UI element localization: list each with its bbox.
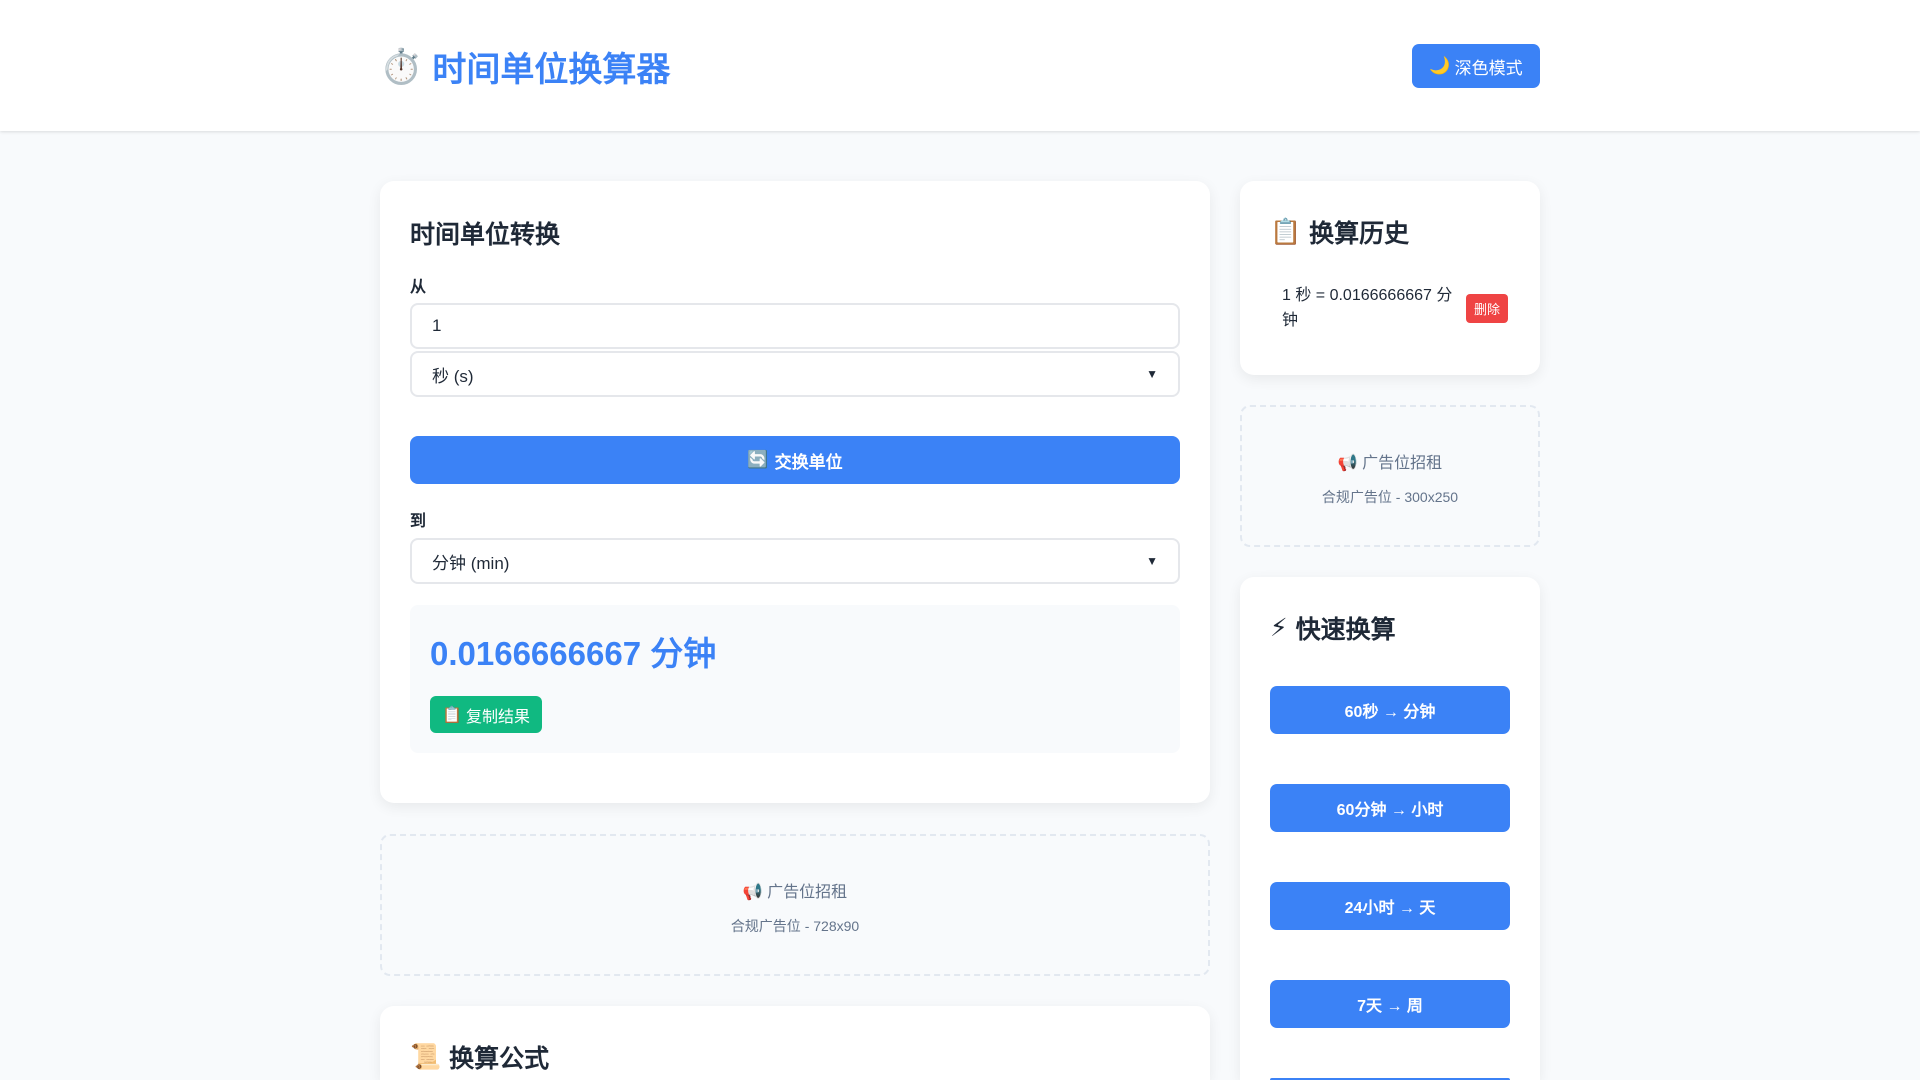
title-text: 时间单位换算器 bbox=[432, 51, 671, 89]
quick-button-day-week[interactable]: 7天 → 周 bbox=[1270, 980, 1510, 1028]
history-heading: 📋 换算历史 bbox=[1270, 214, 1409, 250]
from-label: 从 bbox=[410, 279, 427, 296]
to-unit-value: 分钟 (min) bbox=[432, 553, 510, 573]
history-item-text: 1 秒 = 0.0166666667 分钟 bbox=[1282, 287, 1453, 329]
clipboard-icon: 📋 bbox=[1270, 217, 1302, 246]
ad-banner-300: 📢 广告位招租 合规广告位 - 300x250 bbox=[1240, 405, 1540, 547]
quick-button-sec-min[interactable]: 60秒 → 分钟 bbox=[1270, 686, 1510, 734]
dark-mode-label: 深色模式 bbox=[1454, 58, 1523, 78]
from-unit-select[interactable]: 秒 (s) ▼ bbox=[410, 351, 1180, 397]
swap-label: 交换单位 bbox=[774, 452, 843, 472]
formula-heading: 📜 换算公式 bbox=[410, 1039, 549, 1075]
result-value: 0.0166666667 分钟 bbox=[430, 635, 717, 672]
header: ⏱️ 时间单位换算器 🌙 深色模式 bbox=[0, 0, 1920, 131]
quick-heading: ⚡ 快速换算 bbox=[1270, 610, 1396, 646]
converter-card: 时间单位转换 从 1 秒 (s) ▼ 🔄 交换单位 到 分钟 (min) ▼ 0.01… bbox=[380, 181, 1210, 803]
clipboard-icon: 📋 bbox=[442, 706, 462, 724]
swap-icon: 🔄 bbox=[747, 450, 769, 469]
from-value: 1 bbox=[432, 316, 442, 335]
formula-heading-text: 换算公式 bbox=[449, 1045, 550, 1073]
dark-mode-button[interactable]: 🌙 深色模式 bbox=[1412, 44, 1540, 88]
chevron-down-icon: ▼ bbox=[1146, 367, 1158, 381]
copy-label: 复制结果 bbox=[465, 708, 530, 726]
chevron-down-icon: ▼ bbox=[1146, 554, 1158, 568]
ad-title: 广告位招租 bbox=[767, 884, 848, 901]
page-title: ⏱️ 时间单位换算器 bbox=[380, 42, 670, 91]
ad-title: 广告位招租 bbox=[1362, 455, 1443, 472]
to-label: 到 bbox=[410, 513, 427, 530]
quick-button-hour-day[interactable]: 24小时 → 天 bbox=[1270, 882, 1510, 930]
megaphone-icon: 📢 bbox=[742, 884, 763, 901]
ad-banner-728: 📢 广告位招租 合规广告位 - 728x90 bbox=[380, 834, 1210, 976]
quick-convert-card: ⚡ 快速换算 60秒 → 分钟 60分钟 → 小时 24小时 → 天 7天 → 周 bbox=[1240, 577, 1540, 1080]
scroll-icon: 📜 bbox=[410, 1042, 442, 1071]
result-box: 0.0166666667 分钟 📋 复制结果 bbox=[410, 605, 1180, 753]
quick-button-min-hour[interactable]: 60分钟 → 小时 bbox=[1270, 784, 1510, 832]
to-unit-select[interactable]: 分钟 (min) ▼ bbox=[410, 538, 1180, 584]
swap-units-button[interactable]: 🔄 交换单位 bbox=[410, 436, 1180, 484]
delete-history-button[interactable]: 删除 bbox=[1465, 293, 1508, 323]
megaphone-icon: 📢 bbox=[1337, 455, 1358, 472]
formula-card: 📜 换算公式 bbox=[380, 1006, 1210, 1080]
converter-heading: 时间单位转换 bbox=[410, 221, 561, 249]
copy-result-button[interactable]: 📋 复制结果 bbox=[430, 696, 542, 733]
stopwatch-icon: ⏱️ bbox=[380, 47, 423, 86]
moon-icon: 🌙 bbox=[1429, 56, 1451, 75]
ad-subtitle: 合规广告位 - 728x90 bbox=[730, 918, 860, 934]
from-unit-value: 秒 (s) bbox=[432, 366, 474, 386]
history-card: 📋 换算历史 1 秒 = 0.0166666667 分钟 删除 bbox=[1240, 181, 1540, 375]
from-value-input[interactable]: 1 bbox=[410, 303, 1180, 349]
ad-subtitle: 合规广告位 - 300x250 bbox=[1321, 489, 1459, 505]
history-heading-text: 换算历史 bbox=[1309, 220, 1410, 248]
lightning-icon: ⚡ bbox=[1270, 614, 1288, 642]
quick-heading-text: 快速换算 bbox=[1295, 616, 1396, 644]
history-item: 1 秒 = 0.0166666667 分钟 删除 bbox=[1282, 283, 1508, 333]
